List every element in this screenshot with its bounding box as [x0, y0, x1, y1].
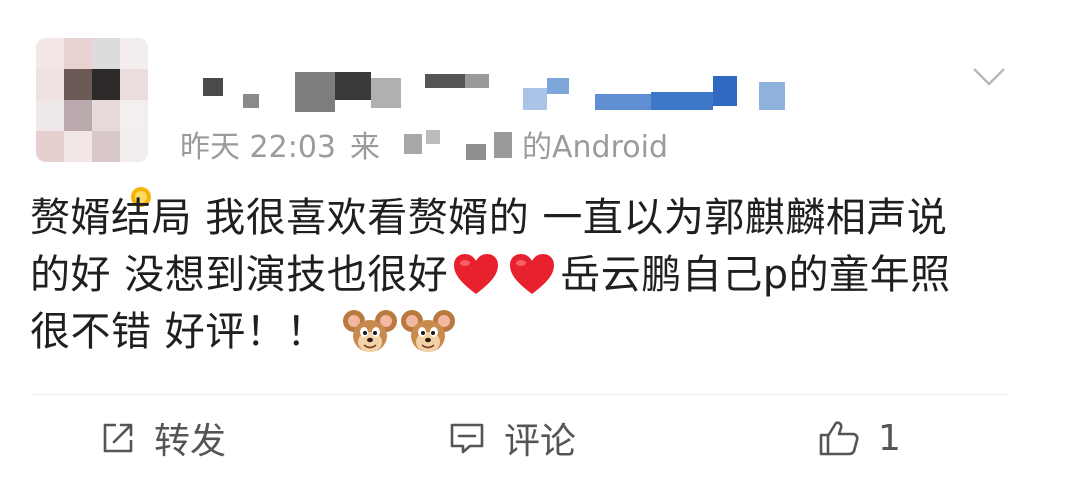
post-text-line-2a: 的好 没想到演技也很好 — [30, 252, 449, 298]
repost-button[interactable]: 转发 — [100, 410, 226, 466]
post-source-suffix: 的Android — [522, 130, 668, 165]
like-button[interactable]: 1 — [818, 410, 901, 466]
red-heart-emoji-icon — [454, 254, 499, 294]
user-avatar[interactable] — [30, 38, 151, 207]
username-mosaic[interactable] — [185, 62, 805, 120]
post-text-line-2b: 岳云鹏自己p的童年照 — [560, 252, 951, 298]
action-bar: 转发 评论 1 — [0, 410, 1080, 466]
post-content: 赘婿结局 我很喜欢看赘婿的 一直以为郭麒麟相声说 的好 没想到演技也很好 岳云鹏自… — [30, 190, 1020, 361]
jerry-mouse-emoji-icon — [400, 310, 455, 352]
comment-button[interactable]: 评论 — [448, 410, 576, 466]
repost-label: 转发 — [154, 421, 227, 462]
post-source-prefix: 来 — [350, 130, 380, 165]
thumbs-up-icon — [819, 421, 859, 456]
post-meta: 昨天 22:03 来 的Android — [180, 124, 668, 165]
repost-icon — [103, 423, 133, 453]
post-text-line-3-text: 很不错 好评！！ — [30, 309, 327, 355]
source-mosaic — [382, 126, 522, 162]
jerry-mouse-emoji-icon — [342, 310, 397, 352]
like-count: 1 — [878, 417, 901, 459]
post-text-line-3: 很不错 好评！！ — [30, 304, 1020, 361]
post-text-line-1: 赘婿结局 我很喜欢看赘婿的 一直以为郭麒麟相声说 — [30, 195, 948, 241]
avatar-mosaic — [36, 38, 148, 162]
post-time: 昨天 22:03 — [180, 130, 336, 165]
post-text-line-2: 的好 没想到演技也很好 岳云鹏自己p的童年照 — [30, 247, 1020, 304]
comment-label: 评论 — [504, 421, 577, 462]
action-divider — [30, 394, 1010, 395]
weibo-post-card: 昨天 22:03 来 的Android 赘婿结局 我很喜欢看赘婿的 一直以为郭麒… — [0, 0, 1080, 477]
red-heart-emoji-icon — [510, 254, 555, 294]
comment-icon — [450, 423, 484, 454]
chevron-down-icon[interactable] — [972, 66, 1006, 88]
